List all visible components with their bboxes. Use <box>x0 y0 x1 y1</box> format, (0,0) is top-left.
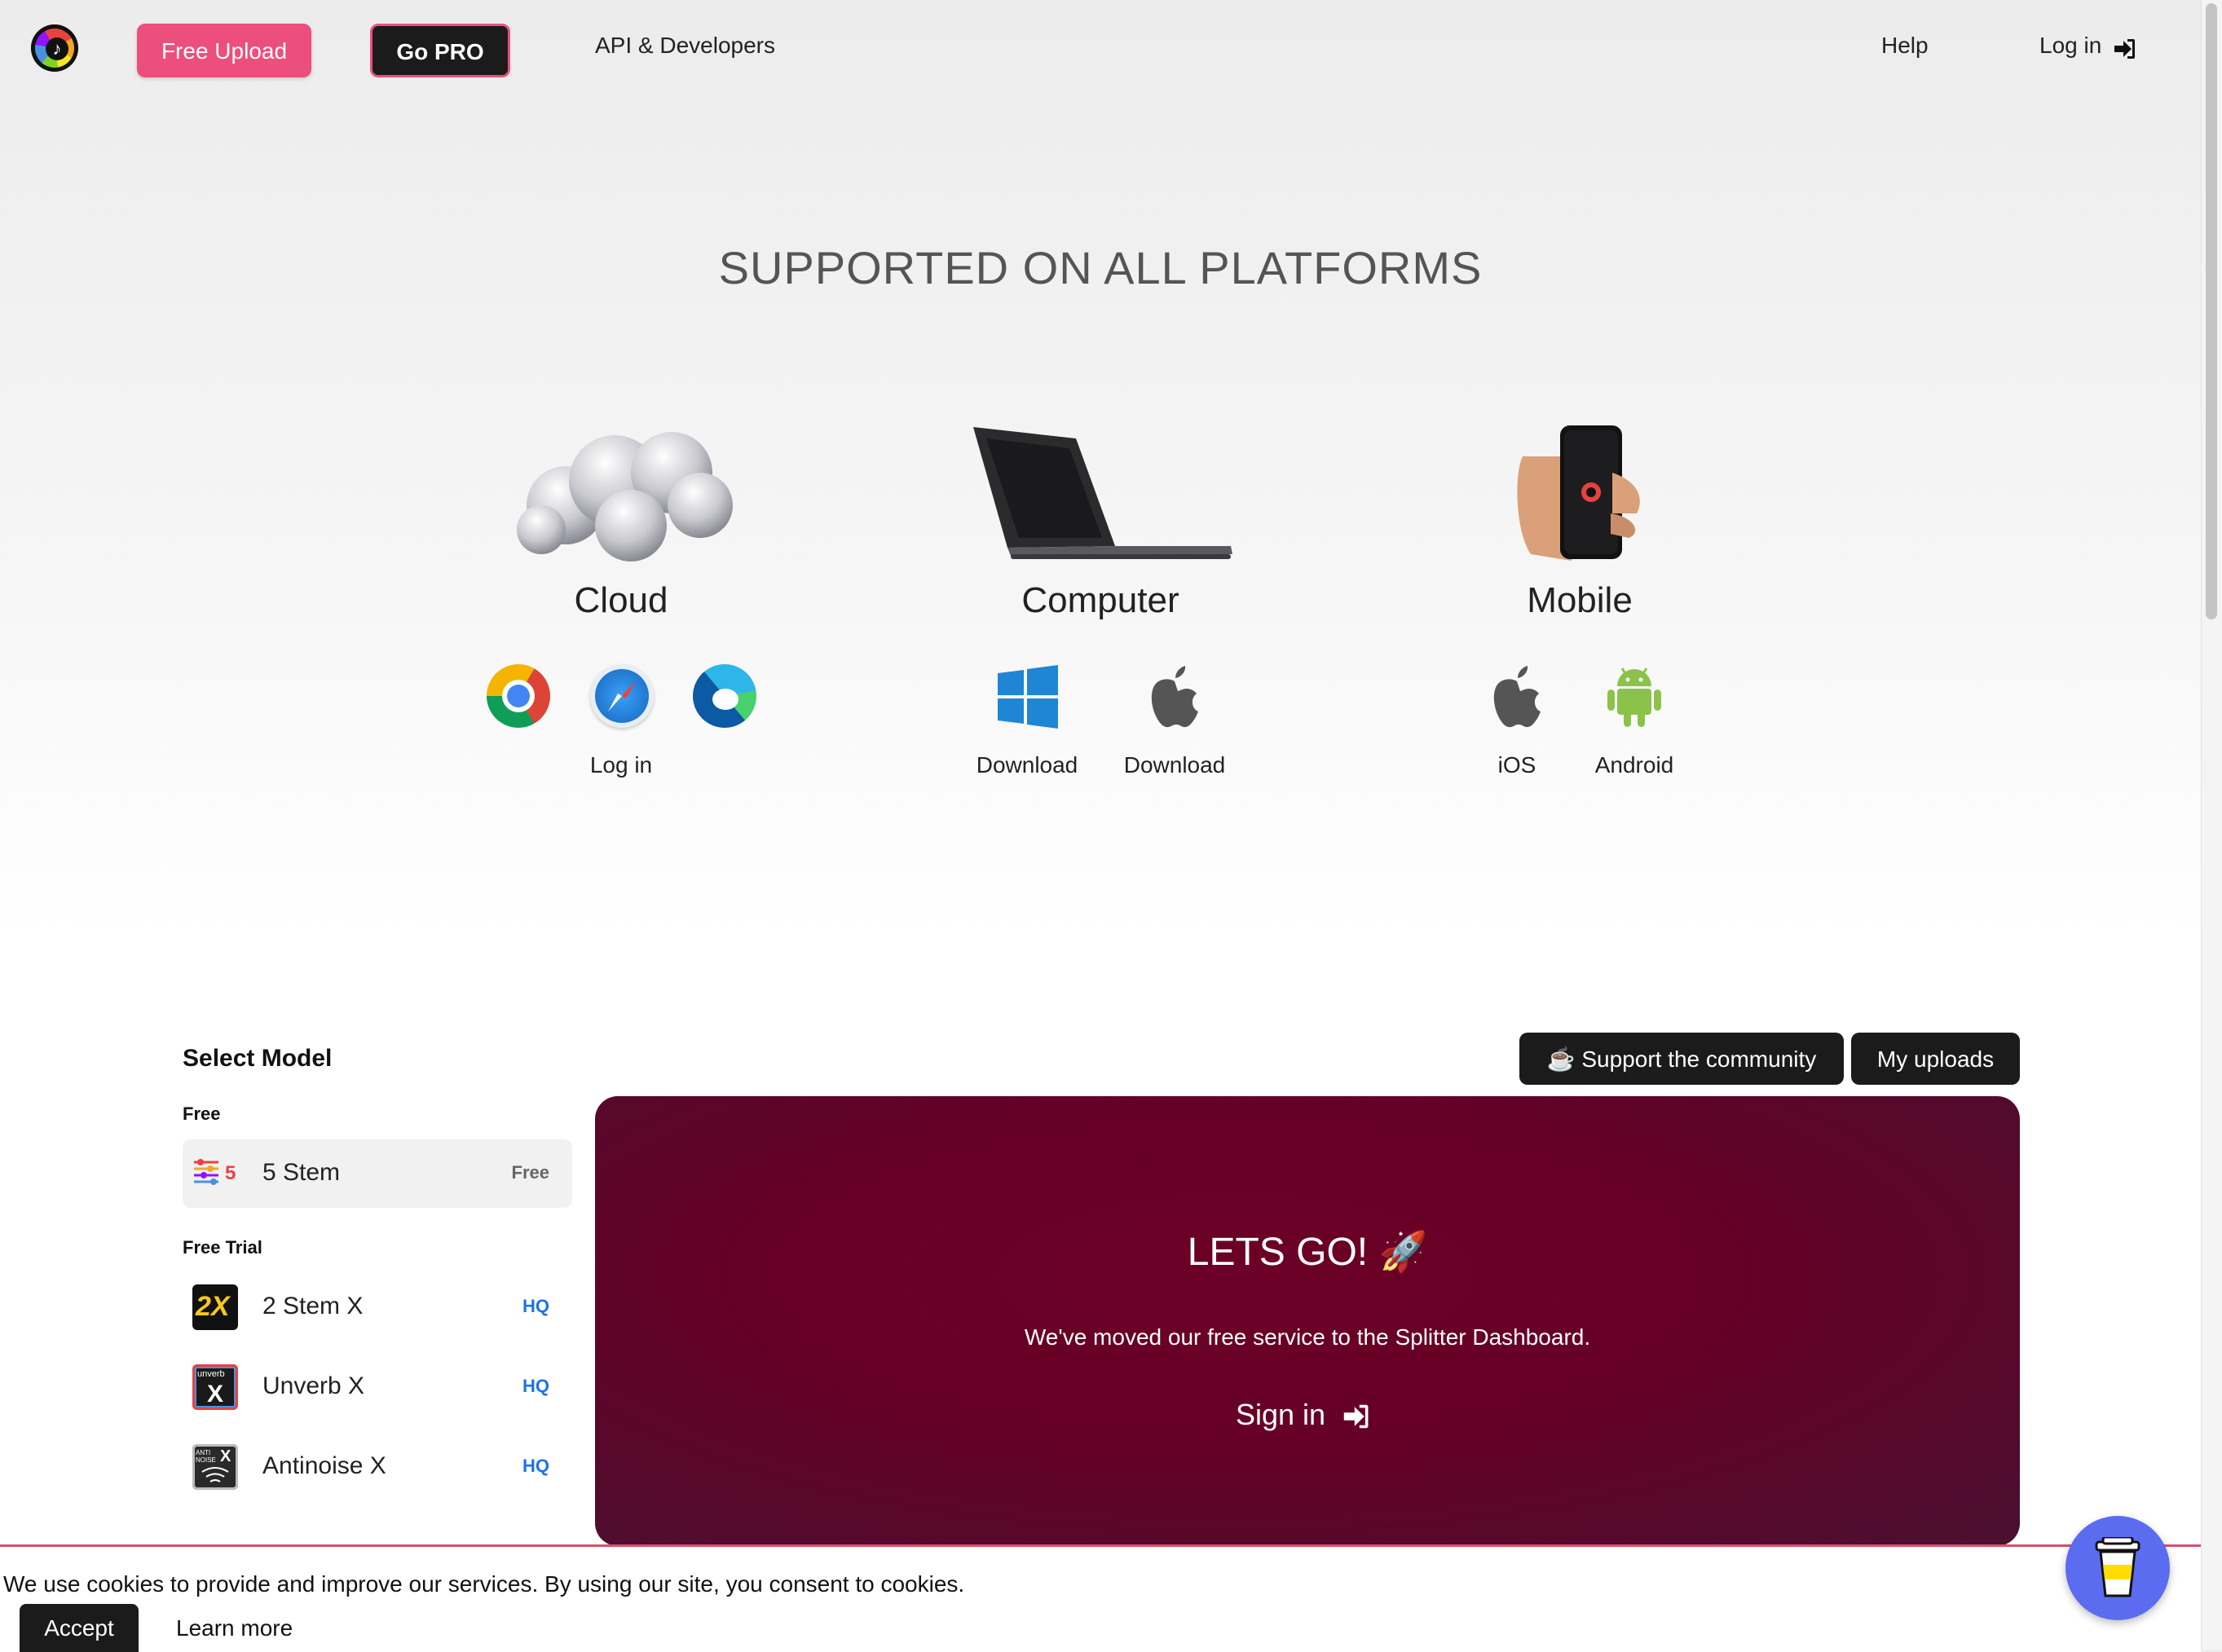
antinoise-x-badge: X <box>220 1447 231 1465</box>
accept-cookies-button[interactable]: Accept <box>20 1604 139 1652</box>
model-tag-free: Free <box>511 1162 549 1183</box>
panel-title: LETS GO! 🚀 <box>1187 1231 1428 1274</box>
model-tag-hq: HQ <box>522 1456 549 1476</box>
chrome-icon[interactable] <box>487 664 550 728</box>
unverb-x-icon: unverb X <box>192 1364 238 1410</box>
model-name: 5 Stem <box>262 1159 341 1186</box>
antinoise-x-small-label: ANTI NOISE <box>196 1449 216 1464</box>
sign-in-arrow-icon[interactable] <box>1340 1401 1371 1432</box>
cloud-login-link[interactable]: Log in <box>540 752 703 778</box>
cloud-illustration <box>517 432 733 562</box>
model-tag-hq: HQ <box>522 1296 549 1316</box>
antinoise-x-icon: ANTI NOISE X <box>192 1444 238 1490</box>
scrollbar-thumb[interactable] <box>2206 3 2217 619</box>
model-tag-hq: HQ <box>522 1376 549 1396</box>
platforms-title: SUPPORTED ON ALL PLATFORMS <box>718 242 1483 293</box>
nav-api-developers[interactable]: API & Developers <box>595 33 775 59</box>
nav-help[interactable]: Help <box>1881 33 1929 59</box>
learn-more-link[interactable]: Learn more <box>176 1615 293 1641</box>
music-note-icon: ♪ <box>46 37 68 60</box>
two-stem-x-badge: 2X <box>196 1291 230 1322</box>
free-group-label: Free <box>183 1104 221 1124</box>
phone-in-hand-illustration <box>1517 425 1640 561</box>
laptop-illustration <box>973 427 1232 559</box>
android-icon[interactable] <box>1606 663 1663 729</box>
coffee-cup-icon <box>2095 1537 2140 1597</box>
model-name: Antinoise X <box>262 1452 386 1479</box>
panel-subtitle: We've moved our free service to the Spli… <box>1024 1324 1591 1350</box>
edge-icon[interactable] <box>693 664 756 728</box>
model-option-unverb-x[interactable]: unverb X Unverb X HQ <box>183 1353 572 1421</box>
go-pro-button[interactable]: Go PRO <box>370 24 510 77</box>
free-trial-group-label: Free Trial <box>183 1237 262 1258</box>
computer-label: Computer <box>1021 580 1179 620</box>
model-name: Unverb X <box>262 1372 365 1399</box>
windows-icon[interactable] <box>996 665 1060 729</box>
support-community-button[interactable]: ☕ Support the community <box>1519 1033 1844 1085</box>
cookie-text: We use cookies to provide and improve ou… <box>3 1571 965 1597</box>
windows-download-link[interactable]: Download <box>946 752 1109 778</box>
cookie-banner: We use cookies to provide and improve ou… <box>0 1544 2201 1652</box>
model-option-2-stem-x[interactable]: 2X 2 Stem X HQ <box>183 1273 572 1341</box>
safari-icon[interactable] <box>590 664 654 728</box>
unverb-x-small-label: unverb <box>197 1369 225 1379</box>
model-option-antinoise-x[interactable]: ANTI NOISE X Antinoise X HQ <box>183 1433 572 1501</box>
mobile-label: Mobile <box>1527 580 1633 620</box>
nav-login[interactable]: Log in <box>2039 33 2101 59</box>
cloud-label: Cloud <box>574 580 668 620</box>
ios-apple-icon[interactable] <box>1492 665 1542 729</box>
unverb-x-badge: X <box>207 1381 224 1408</box>
buy-me-a-coffee-button[interactable] <box>2065 1516 2170 1620</box>
lets-go-panel: LETS GO! 🚀 We've moved our free service … <box>595 1096 2020 1546</box>
sign-in-link[interactable]: Sign in <box>1236 1398 1325 1432</box>
login-arrow-icon[interactable] <box>2111 36 2137 62</box>
five-stem-badge: 5 <box>225 1162 236 1184</box>
android-link[interactable]: Android <box>1553 752 1716 778</box>
model-option-5-stem[interactable]: 5 5 Stem Free <box>183 1139 572 1208</box>
five-stem-icon: 5 <box>192 1151 238 1196</box>
select-model-title: Select Model <box>183 1045 333 1072</box>
model-name: 2 Stem X <box>262 1293 364 1319</box>
two-stem-x-icon: 2X <box>192 1284 238 1330</box>
apple-icon[interactable] <box>1149 665 1200 729</box>
mac-download-link[interactable]: Download <box>1093 752 1256 778</box>
my-uploads-button[interactable]: My uploads <box>1851 1033 2020 1085</box>
free-upload-button[interactable]: Free Upload <box>137 24 311 77</box>
